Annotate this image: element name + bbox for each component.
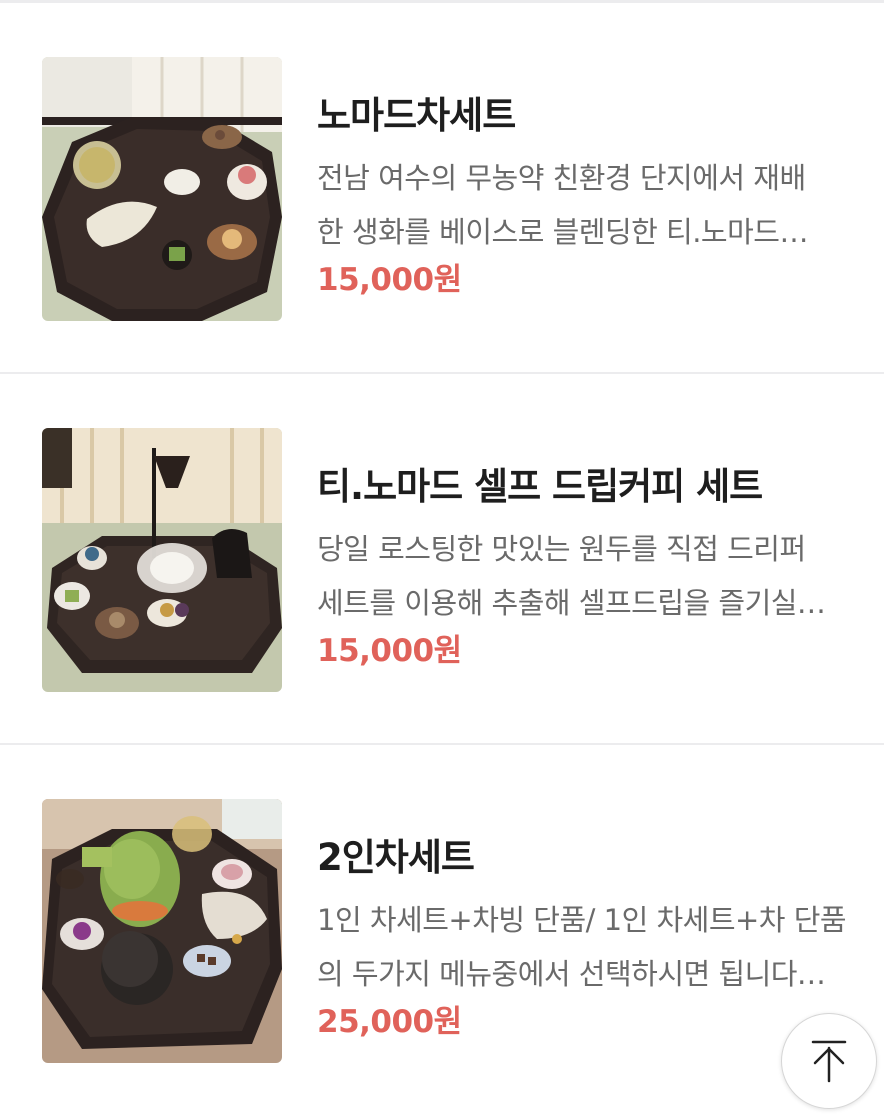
menu-item-price: 15,000원 [317, 633, 462, 669]
menu-item-title: 노마드차세트 [317, 94, 516, 137]
description-line: 당일 로스팅한 맛있는 원두를 직접 드리퍼 [317, 532, 806, 566]
menu-item[interactable]: 티.노마드 셀프 드립커피 세트 당일 로스팅한 맛있는 원두를 직접 드리퍼 … [0, 374, 884, 745]
description-line: 1인 차세트+차빙 단품/ 1인 차세트+차 단품 [317, 903, 847, 937]
scroll-to-top-button[interactable] [781, 1013, 877, 1109]
menu-item-description: 당일 로스팅한 맛있는 원두를 직접 드리퍼 세트를 이용해 추출해 셀프드립을… [317, 522, 847, 630]
description-line: 전남 여수의 무농약 친환경 단지에서 재배 [317, 161, 806, 195]
arrow-up-icon [811, 1040, 847, 1083]
menu-item[interactable]: 노마드차세트 전남 여수의 무농약 친환경 단지에서 재배 한 생화를 베이스로… [0, 3, 884, 374]
two-person-tea-set-image [42, 799, 282, 1063]
tea-set-photo[interactable] [42, 57, 282, 321]
tea-set-image [42, 57, 282, 321]
drip-coffee-set-photo[interactable] [42, 428, 282, 692]
drip-coffee-set-image [42, 428, 282, 692]
description-line: 세트를 이용해 추출해 셀프드립을 즐기실… [317, 586, 826, 620]
menu-item-title: 티.노마드 셀프 드립커피 세트 [317, 465, 763, 508]
menu-item-description: 전남 여수의 무농약 친환경 단지에서 재배 한 생화를 베이스로 블렌딩한 티… [317, 151, 847, 259]
description-line: 한 생화를 베이스로 블렌딩한 티.노마드… [317, 215, 808, 249]
menu-item-title: 2인차세트 [317, 836, 475, 879]
two-person-tea-set-photo[interactable] [42, 799, 282, 1063]
menu-item-price: 25,000원 [317, 1004, 462, 1040]
menu-list: 노마드차세트 전남 여수의 무농약 친환경 단지에서 재배 한 생화를 베이스로… [0, 3, 884, 1116]
menu-item-price: 15,000원 [317, 262, 462, 298]
description-line: 의 두가지 메뉴중에서 선택하시면 됩니다… [317, 957, 826, 991]
menu-item-description: 1인 차세트+차빙 단품/ 1인 차세트+차 단품 의 두가지 메뉴중에서 선택… [317, 893, 847, 1001]
menu-item[interactable]: 2인차세트 1인 차세트+차빙 단품/ 1인 차세트+차 단품 의 두가지 메뉴… [0, 745, 884, 1116]
